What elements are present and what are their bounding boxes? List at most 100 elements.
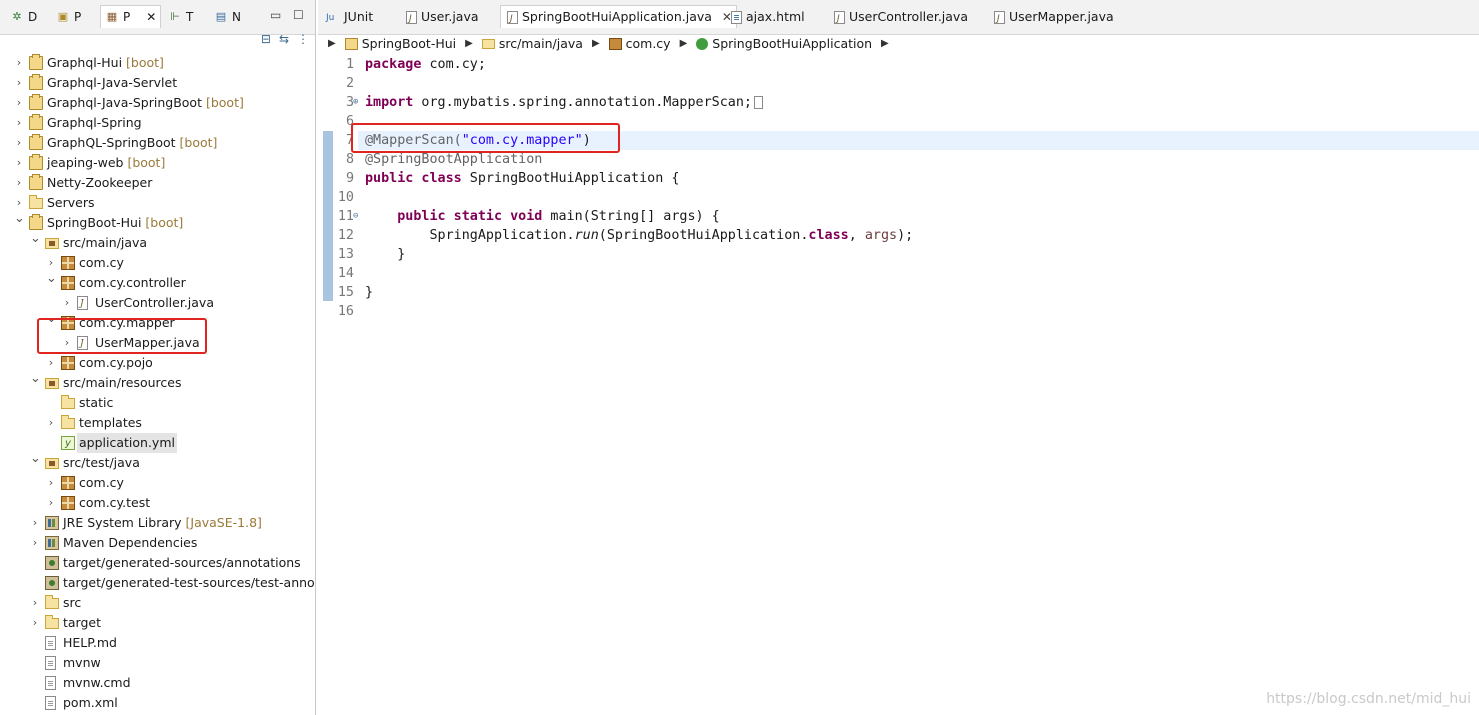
chevron-right-icon[interactable]: › [14,133,24,153]
tree-item-label: src/test/java [63,455,140,470]
tree-item-label: JRE System Library [JavaSE-1.8] [63,515,262,530]
chevron-right-icon[interactable]: › [14,73,24,93]
tree-item[interactable]: › com.cy.pojo [0,353,315,373]
tree-item-label: src/main/java [63,235,148,250]
code-line: } [365,247,406,262]
tree-item[interactable]: › Netty-Zookeeper [0,173,315,193]
tab-type-hierarchy[interactable]: ⊩ T [164,6,197,28]
source-folder-icon [45,458,59,469]
chevron-right-icon[interactable]: › [30,533,40,553]
chevron-down-icon[interactable]: ⌄ [30,449,41,469]
chevron-right-icon[interactable]: › [46,413,56,433]
tab-ajax-html[interactable]: ajax.html [731,6,805,28]
tree-item[interactable]: › com.cy.test [0,493,315,513]
collapse-all-icon[interactable]: ⊟ [261,32,271,52]
chevron-right-icon[interactable]: › [46,353,56,373]
tree-item[interactable]: › Graphql-Java-SpringBoot [boot] [0,93,315,113]
tree-item[interactable]: ⌄ SpringBoot-Hui [boot] [0,211,315,233]
package-icon [608,38,622,50]
tree-item[interactable]: target/generated-test-sources/test-annot… [0,573,315,593]
chevron-right-icon[interactable]: › [14,93,24,113]
project-icon [29,94,43,110]
tab-user-java[interactable]: User.java [406,6,479,30]
tree-item[interactable]: HELP.md [0,633,315,653]
tree-item[interactable]: ⌄ com.cy.controller [0,271,315,293]
expand-fold-icon[interactable]: ⊕ [353,93,358,112]
java-file-icon [77,294,88,314]
tree-item[interactable]: target/generated-sources/annotations [0,553,315,573]
java-file-icon [406,8,417,30]
tree-item[interactable]: static [0,393,315,413]
code-editor[interactable]: 1 2 3 6 7 8 9 10 11 12 13 14 15 16 ⊕ ⊖ p… [318,55,1479,715]
breadcrumb-project[interactable]: SpringBoot-Hui [362,34,456,54]
tab-junit[interactable]: JUnit [326,6,373,29]
minimize-view-button[interactable]: ▭ [270,8,281,22]
view-toolbar: ⊟ ⇆ ⋮ [261,32,309,52]
chevron-down-icon[interactable]: ⌄ [46,309,57,329]
tree-item[interactable]: › jeaping-web [boot] [0,153,315,173]
chevron-right-icon[interactable]: › [30,613,40,633]
tree-item[interactable]: › Maven Dependencies [0,533,315,553]
tree-item[interactable]: application.yml [0,433,315,454]
tree-item[interactable]: pom.xml [0,693,315,713]
tab-debug[interactable]: ✲ D [6,6,41,28]
line-number: 2 [345,76,354,91]
tree-item[interactable]: › com.cy [0,473,315,493]
tree-item[interactable]: › Graphql-Hui [boot] [0,53,315,73]
package-icon [61,276,75,290]
chevron-down-icon[interactable]: ⌄ [30,369,41,389]
tab-usermapper-java[interactable]: UserMapper.java [994,6,1114,30]
tree-item[interactable]: ⌄ com.cy.mapper [0,311,315,333]
collapse-fold-icon[interactable]: ⊖ [353,207,358,226]
chevron-down-icon[interactable]: ⌄ [30,229,41,249]
chevron-right-icon[interactable]: › [46,493,56,513]
tree-item[interactable]: › GraphQL-SpringBoot [boot] [0,133,315,153]
link-with-editor-icon[interactable]: ⇆ [279,32,289,52]
chevron-right-icon[interactable]: › [30,593,40,613]
tree-item[interactable]: › Servers [0,193,315,213]
breadcrumb-package[interactable]: com.cy [626,34,671,54]
tree-item[interactable]: ⌄ src/main/resources [0,371,315,393]
chevron-down-icon[interactable]: ⌄ [46,269,57,289]
breadcrumb-class[interactable]: SpringBootHuiApplication [712,34,872,54]
line-number: 1 [345,57,354,72]
chevron-right-icon[interactable]: › [30,513,40,533]
maximize-view-button[interactable]: ☐ [293,8,304,22]
folded-imports-marker[interactable] [753,95,763,109]
folder-icon [61,395,75,409]
tree-item[interactable]: ⌄ src/test/java [0,451,315,473]
chevron-right-icon[interactable]: › [14,53,24,73]
tree-item[interactable]: › templates [0,413,315,433]
tree-item[interactable]: › JRE System Library [JavaSE-1.8] [0,513,315,533]
tree-item[interactable]: › Graphql-Java-Servlet [0,73,315,93]
tree-item[interactable]: › UserMapper.java [0,333,315,354]
tree-item[interactable]: mvnw.cmd [0,673,315,693]
tree-item[interactable]: › Graphql-Spring [0,113,315,133]
tree-item[interactable]: › target [0,613,315,633]
watermark: https://blog.csdn.net/mid_hui [1266,691,1471,707]
tree-item[interactable]: › src [0,593,315,613]
tree-item-label: jeaping-web [boot] [47,155,166,170]
tree-item[interactable]: ⌄ src/main/java [0,231,315,253]
tab-project-explorer[interactable]: ▣ P [52,6,85,28]
chevron-right-icon[interactable]: › [14,113,24,133]
chevron-right-icon: ▶ [881,38,889,49]
library-icon [45,536,59,550]
tab-package-explorer[interactable]: ▦ P ✕ [100,5,162,28]
chevron-right-icon[interactable]: › [46,473,56,493]
chevron-right-icon[interactable]: › [14,153,24,173]
yml-file-icon [61,434,75,454]
java-file-icon [994,8,1005,30]
chevron-right-icon[interactable]: › [62,293,72,313]
view-menu-icon[interactable]: ⋮ [297,32,309,52]
chevron-right-icon[interactable]: › [14,173,24,193]
chevron-right-icon[interactable]: › [62,333,72,353]
tab-navigator[interactable]: ▤ N [210,6,245,28]
project-icon [29,154,43,170]
tab-usercontroller-java[interactable]: UserController.java [834,6,968,30]
breadcrumb-source-folder[interactable]: src/main/java [499,34,583,54]
tab-springboothuiapplication-java[interactable]: SpringBootHuiApplication.java ✕ [500,5,737,30]
tree-item[interactable]: mvnw [0,653,315,673]
close-icon[interactable]: ✕ [146,6,156,28]
chevron-down-icon[interactable]: ⌄ [14,209,25,229]
